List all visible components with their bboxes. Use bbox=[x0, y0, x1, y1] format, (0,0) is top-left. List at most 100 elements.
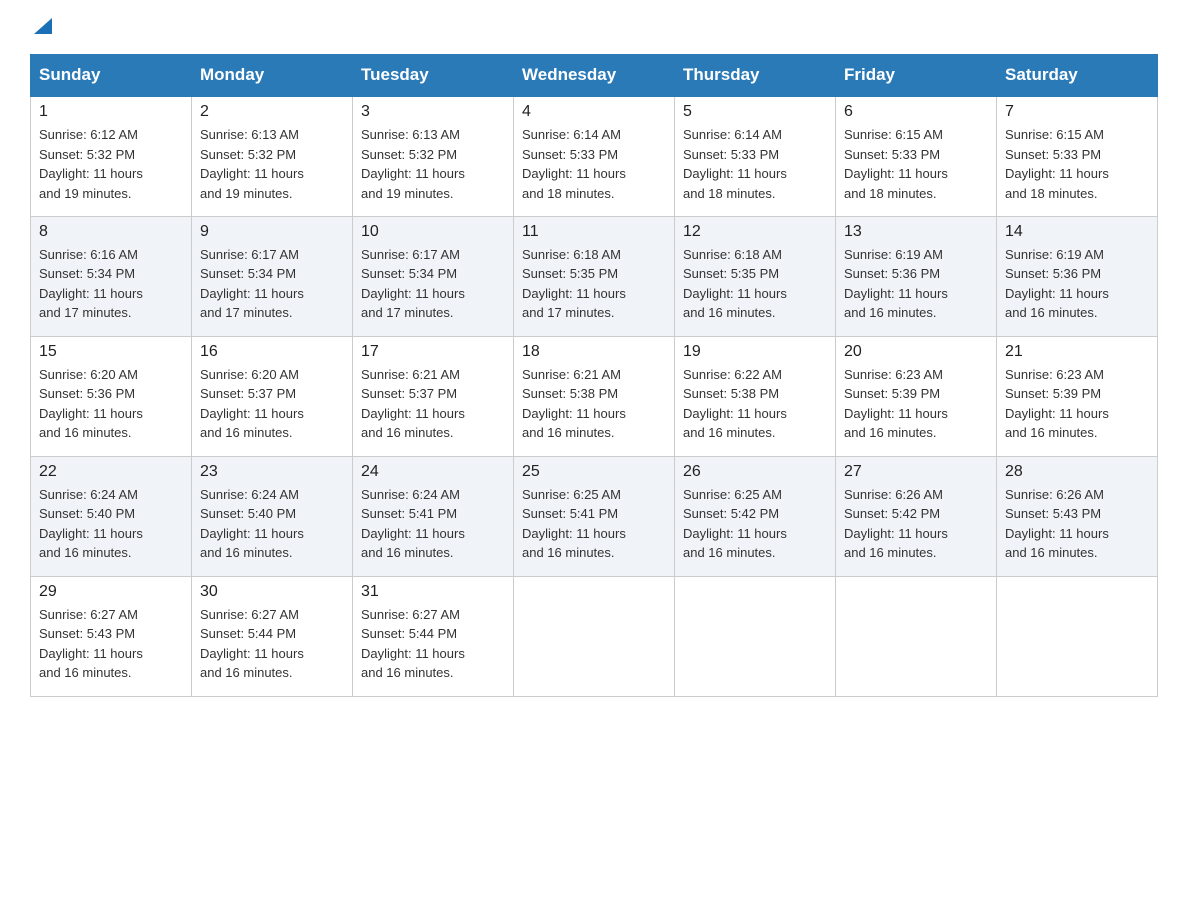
day-number: 12 bbox=[683, 223, 827, 241]
day-number: 7 bbox=[1005, 103, 1149, 121]
day-number: 13 bbox=[844, 223, 988, 241]
calendar-cell: 20 Sunrise: 6:23 AMSunset: 5:39 PMDayligh… bbox=[836, 336, 997, 456]
logo bbox=[30, 20, 54, 38]
day-info: Sunrise: 6:25 AMSunset: 5:42 PMDaylight:… bbox=[683, 485, 827, 563]
day-number: 3 bbox=[361, 103, 505, 121]
calendar-cell: 19 Sunrise: 6:22 AMSunset: 5:38 PMDayligh… bbox=[675, 336, 836, 456]
calendar-header-row: SundayMondayTuesdayWednesdayThursdayFrid… bbox=[31, 55, 1158, 97]
day-info: Sunrise: 6:14 AMSunset: 5:33 PMDaylight:… bbox=[522, 125, 666, 203]
calendar-cell: 16 Sunrise: 6:20 AMSunset: 5:37 PMDayligh… bbox=[192, 336, 353, 456]
calendar-cell: 3 Sunrise: 6:13 AMSunset: 5:32 PMDaylight… bbox=[353, 96, 514, 216]
day-info: Sunrise: 6:26 AMSunset: 5:43 PMDaylight:… bbox=[1005, 485, 1149, 563]
day-info: Sunrise: 6:21 AMSunset: 5:38 PMDaylight:… bbox=[522, 365, 666, 443]
calendar-cell bbox=[675, 576, 836, 696]
day-number: 29 bbox=[39, 583, 183, 601]
day-info: Sunrise: 6:15 AMSunset: 5:33 PMDaylight:… bbox=[844, 125, 988, 203]
day-info: Sunrise: 6:24 AMSunset: 5:41 PMDaylight:… bbox=[361, 485, 505, 563]
calendar-cell bbox=[514, 576, 675, 696]
day-number: 19 bbox=[683, 343, 827, 361]
day-number: 24 bbox=[361, 463, 505, 481]
column-header-sunday: Sunday bbox=[31, 55, 192, 97]
calendar-cell: 18Sunrise: 6:21 AMSunset: 5:38 PMDayligh… bbox=[514, 336, 675, 456]
day-number: 4 bbox=[522, 103, 666, 121]
calendar-cell: 9Sunrise: 6:17 AMSunset: 5:34 PMDaylight… bbox=[192, 216, 353, 336]
calendar-week-row: 29 Sunrise: 6:27 AMSunset: 5:43 PMDayligh… bbox=[31, 576, 1158, 696]
day-info: Sunrise: 6:12 AMSunset: 5:32 PMDaylight:… bbox=[39, 125, 183, 203]
day-number: 11 bbox=[522, 223, 666, 241]
calendar-cell: 24 Sunrise: 6:24 AMSunset: 5:41 PMDayligh… bbox=[353, 456, 514, 576]
calendar-cell: 4 Sunrise: 6:14 AMSunset: 5:33 PMDaylight… bbox=[514, 96, 675, 216]
calendar-cell: 11 Sunrise: 6:18 AMSunset: 5:35 PMDayligh… bbox=[514, 216, 675, 336]
calendar-cell bbox=[997, 576, 1158, 696]
day-number: 10 bbox=[361, 223, 505, 241]
column-header-friday: Friday bbox=[836, 55, 997, 97]
day-number: 15 bbox=[39, 343, 183, 361]
day-info: Sunrise: 6:13 AMSunset: 5:32 PMDaylight:… bbox=[361, 125, 505, 203]
day-info: Sunrise: 6:24 AMSunset: 5:40 PMDaylight:… bbox=[200, 485, 344, 563]
calendar-cell: 17 Sunrise: 6:21 AMSunset: 5:37 PMDayligh… bbox=[353, 336, 514, 456]
day-number: 31 bbox=[361, 583, 505, 601]
calendar-cell: 31Sunrise: 6:27 AMSunset: 5:44 PMDayligh… bbox=[353, 576, 514, 696]
column-header-thursday: Thursday bbox=[675, 55, 836, 97]
day-info: Sunrise: 6:23 AMSunset: 5:39 PMDaylight:… bbox=[1005, 365, 1149, 443]
day-info: Sunrise: 6:14 AMSunset: 5:33 PMDaylight:… bbox=[683, 125, 827, 203]
day-number: 25 bbox=[522, 463, 666, 481]
calendar-cell: 22Sunrise: 6:24 AMSunset: 5:40 PMDayligh… bbox=[31, 456, 192, 576]
day-number: 16 bbox=[200, 343, 344, 361]
calendar-cell: 27 Sunrise: 6:26 AMSunset: 5:42 PMDayligh… bbox=[836, 456, 997, 576]
logo-triangle-icon bbox=[32, 16, 54, 38]
day-number: 21 bbox=[1005, 343, 1149, 361]
calendar-cell: 6 Sunrise: 6:15 AMSunset: 5:33 PMDaylight… bbox=[836, 96, 997, 216]
calendar-week-row: 1 Sunrise: 6:12 AMSunset: 5:32 PMDaylight… bbox=[31, 96, 1158, 216]
day-info: Sunrise: 6:17 AMSunset: 5:34 PMDaylight:… bbox=[361, 245, 505, 323]
day-number: 9 bbox=[200, 223, 344, 241]
calendar-cell: 1 Sunrise: 6:12 AMSunset: 5:32 PMDaylight… bbox=[31, 96, 192, 216]
calendar-cell: 12 Sunrise: 6:18 AMSunset: 5:35 PMDayligh… bbox=[675, 216, 836, 336]
page-header bbox=[30, 20, 1158, 38]
column-header-wednesday: Wednesday bbox=[514, 55, 675, 97]
calendar-cell: 14 Sunrise: 6:19 AMSunset: 5:36 PMDayligh… bbox=[997, 216, 1158, 336]
column-header-tuesday: Tuesday bbox=[353, 55, 514, 97]
day-number: 17 bbox=[361, 343, 505, 361]
day-info: Sunrise: 6:22 AMSunset: 5:38 PMDaylight:… bbox=[683, 365, 827, 443]
calendar-cell: 7 Sunrise: 6:15 AMSunset: 5:33 PMDaylight… bbox=[997, 96, 1158, 216]
calendar-cell: 25Sunrise: 6:25 AMSunset: 5:41 PMDayligh… bbox=[514, 456, 675, 576]
calendar-cell: 23 Sunrise: 6:24 AMSunset: 5:40 PMDayligh… bbox=[192, 456, 353, 576]
day-info: Sunrise: 6:16 AMSunset: 5:34 PMDaylight:… bbox=[39, 245, 183, 323]
day-number: 28 bbox=[1005, 463, 1149, 481]
calendar-cell: 13 Sunrise: 6:19 AMSunset: 5:36 PMDayligh… bbox=[836, 216, 997, 336]
calendar-cell: 8 Sunrise: 6:16 AMSunset: 5:34 PMDaylight… bbox=[31, 216, 192, 336]
day-number: 6 bbox=[844, 103, 988, 121]
column-header-monday: Monday bbox=[192, 55, 353, 97]
day-info: Sunrise: 6:20 AMSunset: 5:36 PMDaylight:… bbox=[39, 365, 183, 443]
calendar-week-row: 8 Sunrise: 6:16 AMSunset: 5:34 PMDaylight… bbox=[31, 216, 1158, 336]
day-info: Sunrise: 6:23 AMSunset: 5:39 PMDaylight:… bbox=[844, 365, 988, 443]
calendar-table: SundayMondayTuesdayWednesdayThursdayFrid… bbox=[30, 54, 1158, 697]
day-info: Sunrise: 6:20 AMSunset: 5:37 PMDaylight:… bbox=[200, 365, 344, 443]
calendar-cell: 21 Sunrise: 6:23 AMSunset: 5:39 PMDayligh… bbox=[997, 336, 1158, 456]
day-info: Sunrise: 6:18 AMSunset: 5:35 PMDaylight:… bbox=[683, 245, 827, 323]
day-info: Sunrise: 6:24 AMSunset: 5:40 PMDaylight:… bbox=[39, 485, 183, 563]
day-number: 8 bbox=[39, 223, 183, 241]
day-number: 30 bbox=[200, 583, 344, 601]
day-info: Sunrise: 6:19 AMSunset: 5:36 PMDaylight:… bbox=[844, 245, 988, 323]
calendar-week-row: 22Sunrise: 6:24 AMSunset: 5:40 PMDayligh… bbox=[31, 456, 1158, 576]
day-number: 1 bbox=[39, 103, 183, 121]
calendar-cell: 26 Sunrise: 6:25 AMSunset: 5:42 PMDayligh… bbox=[675, 456, 836, 576]
day-info: Sunrise: 6:15 AMSunset: 5:33 PMDaylight:… bbox=[1005, 125, 1149, 203]
day-number: 14 bbox=[1005, 223, 1149, 241]
day-info: Sunrise: 6:18 AMSunset: 5:35 PMDaylight:… bbox=[522, 245, 666, 323]
day-info: Sunrise: 6:27 AMSunset: 5:44 PMDaylight:… bbox=[200, 605, 344, 683]
calendar-cell: 28 Sunrise: 6:26 AMSunset: 5:43 PMDayligh… bbox=[997, 456, 1158, 576]
calendar-cell: 30 Sunrise: 6:27 AMSunset: 5:44 PMDayligh… bbox=[192, 576, 353, 696]
day-info: Sunrise: 6:26 AMSunset: 5:42 PMDaylight:… bbox=[844, 485, 988, 563]
calendar-cell: 5Sunrise: 6:14 AMSunset: 5:33 PMDaylight… bbox=[675, 96, 836, 216]
calendar-cell bbox=[836, 576, 997, 696]
day-number: 26 bbox=[683, 463, 827, 481]
day-info: Sunrise: 6:27 AMSunset: 5:43 PMDaylight:… bbox=[39, 605, 183, 683]
day-number: 27 bbox=[844, 463, 988, 481]
day-info: Sunrise: 6:21 AMSunset: 5:37 PMDaylight:… bbox=[361, 365, 505, 443]
day-info: Sunrise: 6:19 AMSunset: 5:36 PMDaylight:… bbox=[1005, 245, 1149, 323]
day-number: 20 bbox=[844, 343, 988, 361]
day-number: 23 bbox=[200, 463, 344, 481]
